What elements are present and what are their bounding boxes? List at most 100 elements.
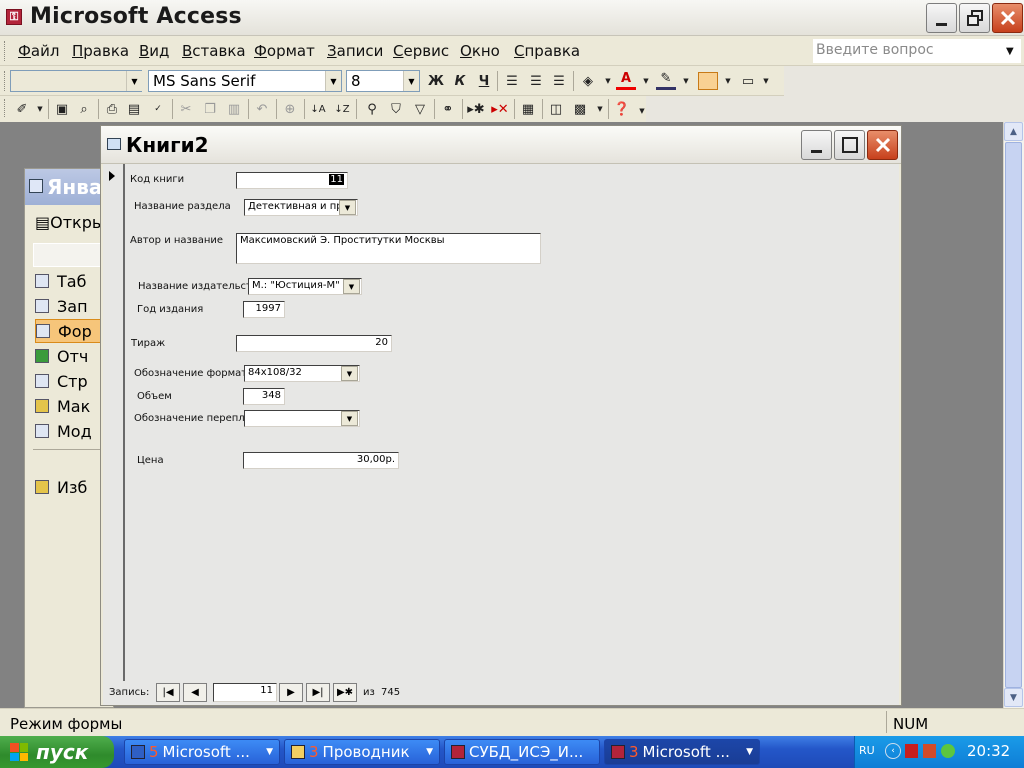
line-color-icon[interactable]: ✎ xyxy=(656,70,676,90)
scroll-down-icon[interactable]: ▼ xyxy=(1004,688,1023,707)
menu-records[interactable]: Записи xyxy=(327,42,383,60)
menu-help[interactable]: Справка xyxy=(514,42,580,60)
access-app-icon[interactable]: ⚿ xyxy=(6,9,22,25)
fill-color-dropdown-icon[interactable]: ▼ xyxy=(598,71,618,91)
taskbar-item-access[interactable]: 3 Microsoft ... ▼ xyxy=(604,739,760,765)
record-selector[interactable] xyxy=(103,164,125,681)
close-button[interactable] xyxy=(992,3,1023,33)
binding-dropdown-icon[interactable]: ▼ xyxy=(341,411,358,426)
form-icon[interactable] xyxy=(107,138,121,150)
new-object-dropdown-icon[interactable]: ▼ xyxy=(590,99,610,119)
font-name-combo[interactable]: MS Sans Serif xyxy=(148,70,342,92)
ask-question-dropdown-icon[interactable]: ▼ xyxy=(1006,46,1014,57)
filter-by-form-icon[interactable]: ⛉ xyxy=(386,99,406,119)
delete-record-icon[interactable]: ▸✕ xyxy=(490,99,510,119)
print-preview-icon[interactable]: ▤ xyxy=(124,99,144,119)
line-width-dropdown-icon[interactable]: ▼ xyxy=(756,71,776,91)
mdi-vertical-scrollbar[interactable]: ▲ ▼ xyxy=(1003,122,1024,708)
special-effect-dropdown-icon[interactable]: ▼ xyxy=(718,71,738,91)
form-window[interactable]: Книги2 Код книги 11 Название раздела Дет… xyxy=(100,125,902,706)
view-design-icon[interactable]: ✐ xyxy=(12,99,32,119)
new-record-icon[interactable]: ▸✱ xyxy=(466,99,486,119)
align-left-icon[interactable]: ☰ xyxy=(502,71,522,91)
menu-file[interactable]: Файл xyxy=(18,42,59,60)
new-record-button[interactable]: ▶✱ xyxy=(333,683,357,702)
db-open-button[interactable]: ▤Откры xyxy=(35,213,105,232)
menu-format[interactable]: Формат xyxy=(254,42,315,60)
taskbar-item-word[interactable]: 5 Microsoft ... ▼ xyxy=(124,739,280,765)
hyperlink-icon[interactable]: ⊕ xyxy=(280,99,300,119)
font-color-icon[interactable]: A xyxy=(616,70,636,90)
first-record-button[interactable]: |◀ xyxy=(156,683,180,702)
volume-field[interactable]: 348 xyxy=(243,388,285,405)
network-tray-icon[interactable] xyxy=(941,744,955,758)
circulation-field[interactable]: 20 xyxy=(236,335,392,352)
toolbar-grip[interactable] xyxy=(4,99,7,117)
menu-view[interactable]: Вид xyxy=(139,42,169,60)
apply-filter-icon[interactable]: ▽ xyxy=(410,99,430,119)
undo-icon[interactable]: ↶ xyxy=(252,99,272,119)
menu-insert[interactable]: Вставка xyxy=(182,42,246,60)
menu-edit[interactable]: Правка xyxy=(72,42,129,60)
align-right-icon[interactable]: ☰ xyxy=(549,71,569,91)
form-close-button[interactable] xyxy=(867,130,898,160)
properties-icon[interactable]: ▦ xyxy=(518,99,538,119)
publisher-dropdown-icon[interactable]: ▼ xyxy=(343,279,360,294)
year-field[interactable]: 1997 xyxy=(243,301,285,318)
form-maximize-button[interactable] xyxy=(834,130,865,160)
bold-button[interactable]: Ж xyxy=(426,71,446,91)
language-indicator[interactable]: RU xyxy=(859,744,875,757)
sort-ascending-icon[interactable]: ↓A xyxy=(308,99,328,119)
object-selector-combo[interactable] xyxy=(10,70,142,92)
scroll-thumb[interactable] xyxy=(1005,142,1022,688)
menu-tools[interactable]: Сервис xyxy=(393,42,449,60)
object-selector-arrow-icon[interactable]: ▼ xyxy=(126,71,142,91)
last-record-button[interactable]: ▶| xyxy=(306,683,330,702)
sort-descending-icon[interactable]: ↓Z xyxy=(332,99,352,119)
app-title-bar[interactable]: ⚿ Microsoft Access xyxy=(0,0,1024,36)
current-record-input[interactable]: 11 xyxy=(213,683,277,702)
save-icon[interactable]: ▣ xyxy=(52,99,72,119)
acrobat-tray-icon[interactable] xyxy=(905,744,918,758)
special-effect-icon[interactable] xyxy=(698,72,718,90)
font-color-dropdown-icon[interactable]: ▼ xyxy=(636,71,656,91)
fill-color-icon[interactable]: ◈ xyxy=(578,71,598,91)
database-window-icon[interactable]: ◫ xyxy=(546,99,566,119)
line-width-icon[interactable]: ▭ xyxy=(738,71,758,91)
find-icon[interactable]: ⚭ xyxy=(438,99,458,119)
line-color-dropdown-icon[interactable]: ▼ xyxy=(676,71,696,91)
clock[interactable]: 20:32 xyxy=(967,742,1010,760)
italic-button[interactable]: К xyxy=(450,71,470,91)
paste-icon[interactable]: ▥ xyxy=(224,99,244,119)
author-title-field[interactable]: Максимовский Э. Проститутки Москвы xyxy=(236,233,541,264)
form-title-bar[interactable]: Книги2 xyxy=(101,126,901,164)
font-name-arrow-icon[interactable]: ▼ xyxy=(325,71,341,91)
underline-button[interactable]: Ч xyxy=(474,71,494,91)
taskbar-item-subd[interactable]: СУБД_ИСЭ_И... xyxy=(444,739,600,765)
new-object-icon[interactable]: ▩ xyxy=(570,99,590,119)
form-minimize-button[interactable] xyxy=(801,130,832,160)
format-dropdown-icon[interactable]: ▼ xyxy=(341,366,358,381)
menu-grip[interactable] xyxy=(4,41,7,61)
help-icon[interactable]: ❓ xyxy=(612,99,632,119)
font-size-arrow-icon[interactable]: ▼ xyxy=(403,71,419,91)
scroll-up-icon[interactable]: ▲ xyxy=(1004,122,1023,141)
toolbar-grip[interactable] xyxy=(4,71,7,91)
view-dropdown-icon[interactable]: ▼ xyxy=(30,99,50,119)
file-search-icon[interactable]: ⌕ xyxy=(74,99,94,119)
book-code-field[interactable]: 11 xyxy=(236,172,348,189)
antivirus-tray-icon[interactable] xyxy=(923,744,936,758)
taskbar-item-explorer[interactable]: 3 Проводник ▼ xyxy=(284,739,440,765)
show-hidden-icons-icon[interactable]: ‹ xyxy=(885,743,901,759)
section-dropdown-icon[interactable]: ▼ xyxy=(339,200,356,215)
toolbar-options-icon[interactable]: ▼ xyxy=(632,101,652,121)
print-icon[interactable]: ⎙ xyxy=(102,99,122,119)
filter-by-selection-icon[interactable]: ⚲ xyxy=(362,99,382,119)
align-center-icon[interactable]: ☰ xyxy=(526,71,546,91)
copy-icon[interactable]: ❐ xyxy=(200,99,220,119)
spelling-icon[interactable]: ✓ xyxy=(148,99,168,119)
menu-window[interactable]: Окно xyxy=(460,42,500,60)
ask-question-input[interactable]: Введите вопрос xyxy=(813,39,1021,63)
restore-button[interactable] xyxy=(959,3,990,33)
start-button[interactable]: пуск xyxy=(0,736,114,768)
